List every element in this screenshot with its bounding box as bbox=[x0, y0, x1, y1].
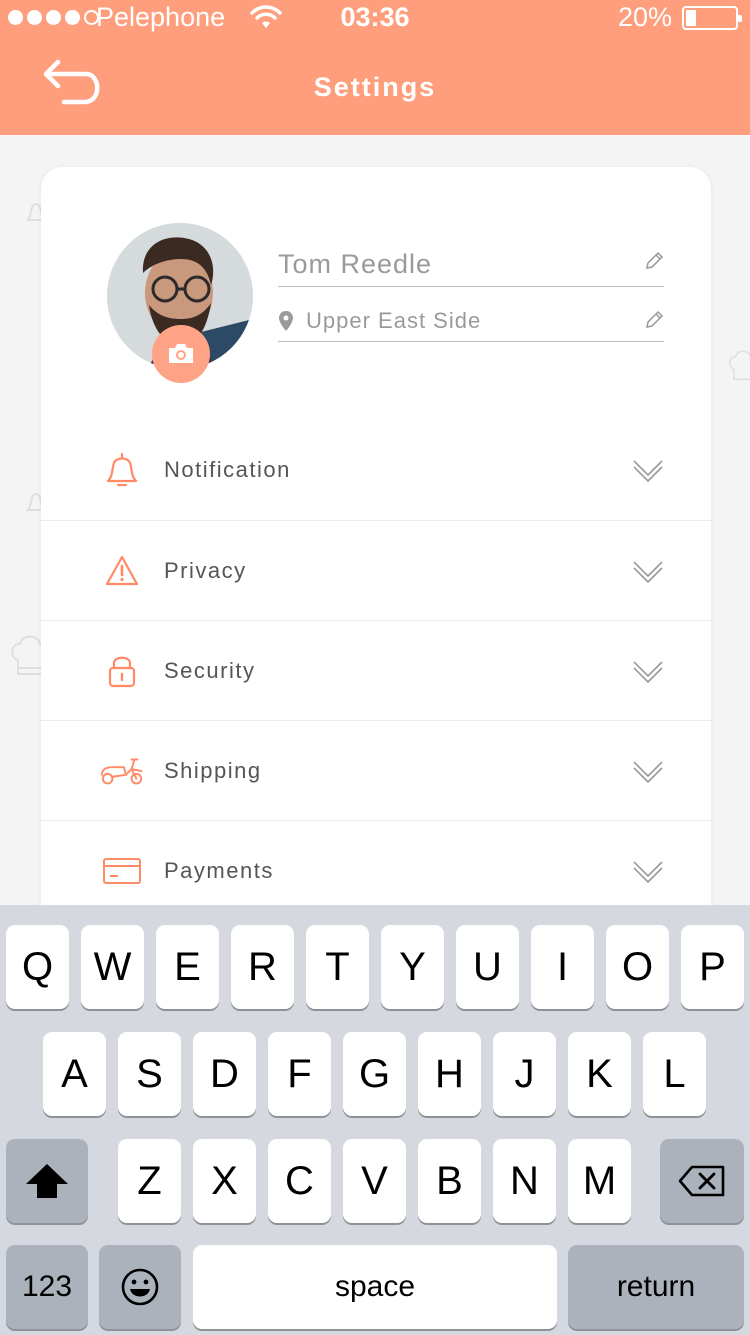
key-e[interactable]: E bbox=[156, 925, 219, 1009]
settings-screen: Pelephone 03:36 20% Settings Tom Reedle … bbox=[0, 0, 750, 1335]
change-photo-button[interactable] bbox=[152, 325, 210, 383]
settings-card: Tom Reedle Upper East Side Notification bbox=[41, 167, 711, 927]
key-d[interactable]: D bbox=[193, 1032, 256, 1116]
key-p[interactable]: P bbox=[681, 925, 744, 1009]
edit-name-pencil-icon[interactable] bbox=[644, 251, 664, 271]
menu-item-notification[interactable]: Notification bbox=[41, 420, 711, 520]
chevron-down-icon bbox=[633, 561, 663, 583]
key-f[interactable]: F bbox=[268, 1032, 331, 1116]
scooter-icon bbox=[99, 721, 145, 821]
shift-icon bbox=[26, 1164, 68, 1198]
key-u[interactable]: U bbox=[456, 925, 519, 1009]
key-r[interactable]: R bbox=[231, 925, 294, 1009]
battery-percentage: 20% bbox=[617, 2, 672, 32]
key-m[interactable]: M bbox=[568, 1139, 631, 1223]
key-o[interactable]: O bbox=[606, 925, 669, 1009]
key-w[interactable]: W bbox=[81, 925, 144, 1009]
edit-location-pencil-icon[interactable] bbox=[644, 310, 664, 330]
on-screen-keyboard: 123 space return QWERTYUIOP ASDFGHJKL ZXCV… bbox=[0, 905, 750, 1335]
chevron-down-icon bbox=[633, 861, 663, 883]
space-key[interactable]: space bbox=[193, 1245, 557, 1329]
menu-label: Privacy bbox=[164, 558, 247, 583]
key-t[interactable]: T bbox=[306, 925, 369, 1009]
lock-icon bbox=[99, 621, 145, 721]
key-i[interactable]: I bbox=[531, 925, 594, 1009]
shift-key[interactable] bbox=[6, 1139, 88, 1223]
key-y[interactable]: Y bbox=[381, 925, 444, 1009]
key-z[interactable]: Z bbox=[118, 1139, 181, 1223]
key-n[interactable]: N bbox=[493, 1139, 556, 1223]
key-q[interactable]: Q bbox=[6, 925, 69, 1009]
numbers-key[interactable]: 123 bbox=[6, 1245, 88, 1329]
bell-icon bbox=[99, 420, 145, 520]
emoji-key[interactable] bbox=[99, 1245, 181, 1329]
warning-icon bbox=[99, 521, 145, 621]
backspace-icon bbox=[678, 1165, 725, 1197]
menu-item-security[interactable]: Security bbox=[41, 620, 711, 720]
name-value: Tom Reedle bbox=[278, 249, 433, 279]
key-x[interactable]: X bbox=[193, 1139, 256, 1223]
camera-icon bbox=[169, 344, 193, 363]
location-pin-icon bbox=[279, 311, 293, 331]
menu-item-shipping[interactable]: Shipping bbox=[41, 720, 711, 820]
page-title: Settings bbox=[313, 72, 437, 102]
key-c[interactable]: C bbox=[268, 1139, 331, 1223]
key-h[interactable]: H bbox=[418, 1032, 481, 1116]
chevron-down-icon bbox=[633, 661, 663, 683]
key-v[interactable]: V bbox=[343, 1139, 406, 1223]
profile-photo-area bbox=[107, 223, 253, 383]
app-header: Pelephone 03:36 20% Settings bbox=[0, 0, 750, 135]
emoji-icon bbox=[121, 1268, 159, 1306]
key-j[interactable]: J bbox=[493, 1032, 556, 1116]
return-key[interactable]: return bbox=[568, 1245, 744, 1329]
key-b[interactable]: B bbox=[418, 1139, 481, 1223]
delete-key[interactable] bbox=[660, 1139, 744, 1223]
key-a[interactable]: A bbox=[43, 1032, 106, 1116]
battery-icon bbox=[682, 6, 742, 30]
menu-label: Notification bbox=[164, 457, 291, 482]
key-s[interactable]: S bbox=[118, 1032, 181, 1116]
background-chef-hat-icon bbox=[728, 350, 750, 380]
key-g[interactable]: G bbox=[343, 1032, 406, 1116]
battery-level-fill bbox=[686, 10, 696, 26]
chevron-down-icon bbox=[633, 761, 663, 783]
menu-label: Security bbox=[164, 658, 256, 683]
menu-item-privacy[interactable]: Privacy bbox=[41, 520, 711, 620]
location-field[interactable]: Upper East Side bbox=[278, 304, 664, 342]
chevron-down-icon bbox=[633, 460, 663, 482]
key-k[interactable]: K bbox=[568, 1032, 631, 1116]
status-bar: Pelephone 03:36 20% bbox=[0, 0, 750, 36]
location-value: Upper East Side bbox=[306, 308, 482, 333]
name-field[interactable]: Tom Reedle bbox=[278, 245, 664, 287]
key-l[interactable]: L bbox=[643, 1032, 706, 1116]
menu-label: Shipping bbox=[164, 758, 262, 783]
